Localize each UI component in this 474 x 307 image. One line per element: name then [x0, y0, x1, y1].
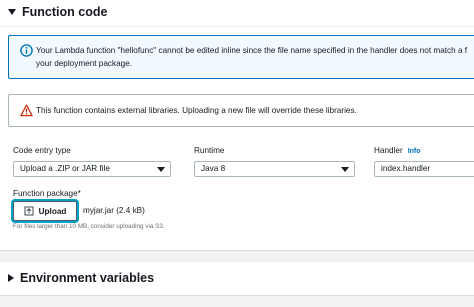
runtime-label: Runtime — [194, 146, 225, 155]
runtime-value: Java 8 — [201, 164, 226, 173]
caret-down-icon — [8, 9, 16, 15]
function-code-header[interactable]: Function code — [8, 3, 107, 21]
uploaded-file-name: myjar.jar (2.4 kB) — [83, 206, 145, 215]
info-alert-line1: Your Lambda function "hellofunc" cannot … — [36, 46, 468, 55]
warning-alert: This function contains external librarie… — [8, 94, 474, 127]
upload-button[interactable]: Upload — [13, 201, 77, 221]
function-package-label: Function package* — [13, 189, 81, 198]
info-alert: Your Lambda function "hellofunc" cannot … — [8, 35, 474, 79]
info-circle-icon — [20, 44, 33, 57]
warning-alert-text: This function contains external librarie… — [36, 106, 357, 115]
function-code-title: Function code — [22, 5, 108, 19]
upload-hint: For files larger than 10 MB, consider up… — [13, 223, 165, 230]
handler-value: index.handler — [381, 164, 431, 173]
info-alert-line2: your deployment package. — [36, 59, 133, 68]
header-divider — [0, 26, 474, 27]
handler-info-link[interactable]: Info — [408, 148, 421, 155]
upload-icon — [24, 206, 34, 216]
code-entry-type-label: Code entry type — [13, 146, 71, 155]
chevron-down-icon — [341, 167, 349, 172]
upload-button-label: Upload — [38, 206, 67, 216]
chevron-down-icon — [157, 167, 165, 172]
environment-variables-header[interactable]: Environment variables — [8, 269, 154, 287]
code-entry-type-value: Upload a .ZIP or JAR file — [20, 164, 110, 173]
handler-label-row: Handler Info — [374, 146, 421, 155]
info-alert-text: Your Lambda function "hellofunc" cannot … — [36, 44, 474, 70]
environment-variables-section: Environment variables — [0, 261, 474, 296]
code-entry-type-select[interactable]: Upload a .ZIP or JAR file — [13, 161, 171, 177]
environment-variables-title: Environment variables — [20, 271, 155, 285]
handler-label: Handler — [374, 146, 403, 155]
runtime-select[interactable]: Java 8 — [194, 161, 355, 177]
warning-triangle-icon — [20, 104, 33, 117]
handler-input[interactable]: index.handler — [374, 161, 474, 177]
caret-right-icon — [8, 274, 14, 282]
function-code-section: Function code Your Lambda function "hell… — [0, 0, 474, 251]
